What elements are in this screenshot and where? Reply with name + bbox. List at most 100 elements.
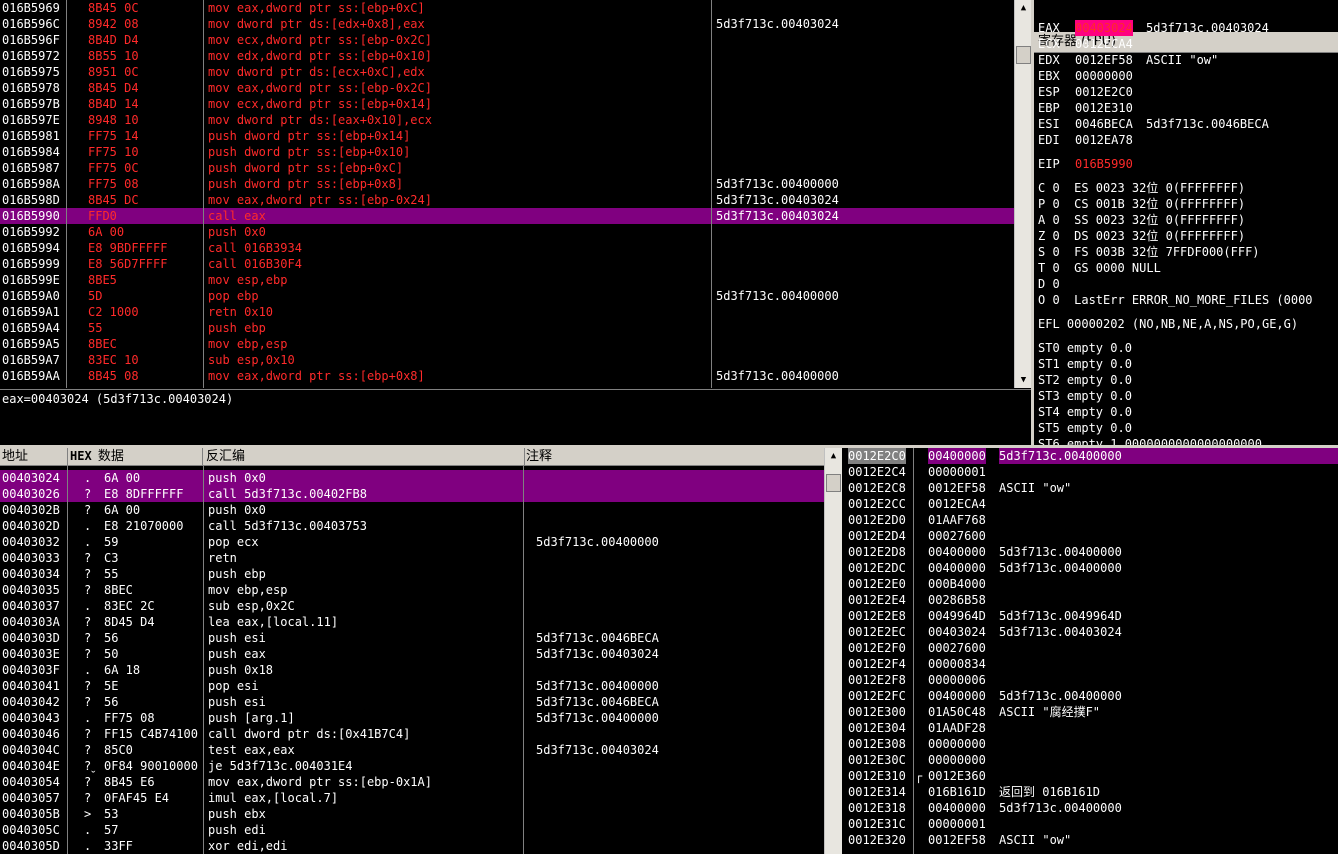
cpu-row[interactable]: 016B59A7 83EC 10 sub esp,0x10 [0, 352, 1014, 368]
stack-row[interactable]: 0012E2D8 00400000 5d3f713c.00400000 [843, 544, 1338, 560]
stack-row[interactable]: 0012E314 016B161D 返回到 016B161D [843, 784, 1338, 800]
scroll-up-arrow-icon[interactable]: ▲ [1015, 0, 1032, 16]
flag-row[interactable]: T 0 GS 0000 NULL [1038, 260, 1338, 276]
flag-row[interactable]: Z 0 DS 0023 32位 0(FFFFFFFF) [1038, 228, 1338, 244]
cpu-row[interactable]: 016B599E 8BE5 mov esp,ebp [0, 272, 1014, 288]
fpu-register[interactable]: ST4 empty 0.0 [1038, 404, 1338, 420]
dump-row[interactable]: 0040305D. 33FF xor edi,edi [0, 838, 824, 854]
fpu-register[interactable]: ST3 empty 0.0 [1038, 388, 1338, 404]
dump-row[interactable]: 0040304E ?ˬ 0F84 90010000 je 5d3f713c.00403… [0, 758, 824, 774]
dump-row[interactable]: 0040303E? 50 push eax 5d3f713c.00403024 [0, 646, 824, 662]
stack-row[interactable]: 0012E2FC 00400000 5d3f713c.00400000 [843, 688, 1338, 704]
stack-row[interactable]: 0012E2C0 00400000 5d3f713c.00400000 [843, 448, 1338, 464]
dump-row[interactable]: 00403035? 8BEC mov ebp,esp [0, 582, 824, 598]
scroll-down-arrow-icon[interactable]: ▼ [1015, 372, 1032, 388]
cpu-row[interactable]: 016B597E 8948 10 mov dword ptr ds:[eax+0x1… [0, 112, 1014, 128]
dump-scroll-thumb[interactable] [826, 474, 841, 492]
dump-row[interactable]: 0040305B >53 push ebx [0, 806, 824, 822]
dump-row[interactable]: 00403026? E8 8DFFFFFF call 5d3f713c.00402F… [0, 486, 824, 502]
stack-row[interactable]: 0012E2C4 00000001 [843, 464, 1338, 480]
stack-row[interactable]: 0012E308 00000000 [843, 736, 1338, 752]
cpu-row[interactable]: 016B5994 E8 9BDFFFFF call 016B3934 [0, 240, 1014, 256]
header-comment[interactable]: 注释 [524, 448, 824, 465]
register-eip[interactable]: EIP 016B5990 [1038, 156, 1133, 172]
register-efl[interactable]: EFL 00000202 (NO,NB,NE,A,NS,PO,GE,G) [1038, 316, 1298, 332]
dump-row[interactable]: 0040304C? 85C0 test eax,eax 5d3f713c.004030… [0, 742, 824, 758]
stack-row[interactable]: 0012E304 01AADF28 [843, 720, 1338, 736]
register-edi[interactable]: EDI 0012EA78 [1038, 132, 1338, 148]
stack-row[interactable]: 0012E320 0012EF58 ASCII "ow" [843, 832, 1338, 848]
stack-row[interactable]: 0012E2F8 00000006 [843, 672, 1338, 688]
cpu-row[interactable]: 016B5978 8B45 D4 mov eax,dword ptr ss:[ebp… [0, 80, 1014, 96]
flag-row[interactable]: S 0 FS 003B 32位 7FFDF000(FFF) [1038, 244, 1338, 260]
fpu-register[interactable]: ST5 empty 0.0 [1038, 420, 1338, 436]
flag-row[interactable]: C 0 ES 0023 32位 0(FFFFFFFF) [1038, 180, 1338, 196]
fpu-register[interactable]: ST0 empty 0.0 [1038, 340, 1338, 356]
register-ebx[interactable]: EBX 00000000 [1038, 68, 1338, 84]
stack-row[interactable]: 0012E2DC 00400000 5d3f713c.00400000 [843, 560, 1338, 576]
cpu-row[interactable]: 016B5990 FFD0 call eax 5d3f713c.00403024 [0, 208, 1014, 224]
flag-row[interactable]: A 0 SS 0023 32位 0(FFFFFFFF) [1038, 212, 1338, 228]
stack-row[interactable]: 0012E2EC 00403024 5d3f713c.00403024 [843, 624, 1338, 640]
dump-row[interactable]: 0040303A? 8D45 D4 lea eax,[local.11] [0, 614, 824, 630]
dump-row[interactable]: 00403034? 55 push ebp [0, 566, 824, 582]
stack-row[interactable]: 0012E2C8 0012EF58 ASCII "ow" [843, 480, 1338, 496]
cpu-row[interactable]: 016B5975 8951 0C mov dword ptr ds:[ecx+0xC… [0, 64, 1014, 80]
stack-row[interactable]: 0012E2D4 00027600 [843, 528, 1338, 544]
dump-row[interactable]: 00403057? 0FAF45 E4 imul eax,[local.7] [0, 790, 824, 806]
header-hex[interactable]: HEX 数据 [68, 448, 203, 465]
dump-row[interactable]: 00403043. FF75 08 push [arg.1] 5d3f713c.004… [0, 710, 824, 726]
stack-row[interactable]: 0012E310 0012E360 ┌ [843, 768, 1338, 784]
header-disasm[interactable]: 反汇编 [204, 448, 525, 465]
stack-row[interactable]: 0012E318 00400000 5d3f713c.00400000 [843, 800, 1338, 816]
cpu-row[interactable]: 016B5987 FF75 0C push dword ptr ss:[ebp+0x… [0, 160, 1014, 176]
cpu-row[interactable]: 016B5972 8B55 10 mov edx,dword ptr ss:[ebp… [0, 48, 1014, 64]
dump-row[interactable]: 0040302B? 6A 00 push 0x0 [0, 502, 824, 518]
cpu-row[interactable]: 016B596F 8B4D D4 mov ecx,dword ptr ss:[ebp… [0, 32, 1014, 48]
dump-pane[interactable]: 地址 HEX 数据 反汇编 注释 00403024. 6A 00 push 0x0 0… [0, 448, 824, 854]
register-edx[interactable]: EDX 0012EF58 ASCII "ow" [1038, 52, 1338, 68]
dump-row[interactable]: 00403054? 8B45 E6 mov eax,dword ptr ss:[eb… [0, 774, 824, 790]
register-esi[interactable]: ESI 0046BECA 5d3f713c.0046BECA [1038, 116, 1338, 132]
dump-row[interactable]: 00403041? 5E pop esi 5d3f713c.00400000 [0, 678, 824, 694]
register-ecx[interactable]: ECX 0012ECA4 [1038, 36, 1338, 52]
cpu-row[interactable]: 016B59A1 C2 1000 retn 0x10 [0, 304, 1014, 320]
stack-row[interactable]: 0012E2E8 0049964D 5d3f713c.0049964D [843, 608, 1338, 624]
cpu-row[interactable]: 016B59A4 55 push ebp [0, 320, 1014, 336]
stack-row[interactable]: 0012E300 01A50C48 ASCII "腐经撲F" [843, 704, 1338, 720]
register-esp[interactable]: ESP 0012E2C0 [1038, 84, 1338, 100]
register-eax[interactable]: EAX 00403024 5d3f713c.00403024 [1038, 20, 1338, 36]
dump-row[interactable]: 00403032. 59 pop ecx 5d3f713c.00400000 [0, 534, 824, 550]
dump-row[interactable]: 00403042? 56 push esi 5d3f713c.0046BECA [0, 694, 824, 710]
stack-row[interactable]: 0012E2E4 00286B58 [843, 592, 1338, 608]
flag-row[interactable]: O 0 LastErr ERROR_NO_MORE_FILES (0000 [1038, 292, 1338, 308]
cpu-row[interactable]: 016B5969 8B45 0C mov eax,dword ptr ss:[ebp… [0, 0, 1014, 16]
cpu-row[interactable]: 016B5984 FF75 10 push dword ptr ss:[ebp+0x… [0, 144, 1014, 160]
dump-row[interactable]: 0040302D. E8 21070000 call 5d3f713c.004037… [0, 518, 824, 534]
flag-row[interactable]: P 0 CS 001B 32位 0(FFFFFFFF) [1038, 196, 1338, 212]
dump-scrollbar[interactable]: ▲ [824, 448, 842, 854]
stack-row[interactable]: 0012E2D0 01AAF768 [843, 512, 1338, 528]
cpu-row[interactable]: 016B596C 8942 08 mov dword ptr ds:[edx+0x8… [0, 16, 1014, 32]
dump-row[interactable]: 00403024. 6A 00 push 0x0 [0, 470, 824, 486]
dump-row[interactable]: 00403037. 83EC 2C sub esp,0x2C [0, 598, 824, 614]
fpu-register[interactable]: ST1 empty 0.0 [1038, 356, 1338, 372]
stack-row[interactable]: 0012E2F0 00027600 [843, 640, 1338, 656]
cpu-disasm-pane[interactable]: 016B5969 8B45 0C mov eax,dword ptr ss:[ebp… [0, 0, 1014, 388]
cpu-scrollbar[interactable]: ▲ ▼ [1014, 0, 1032, 388]
fpu-register[interactable]: ST2 empty 0.0 [1038, 372, 1338, 388]
cpu-row[interactable]: 016B597B 8B4D 14 mov ecx,dword ptr ss:[ebp… [0, 96, 1014, 112]
stack-row[interactable]: 0012E2F4 00000834 [843, 656, 1338, 672]
header-address[interactable]: 地址 [0, 448, 68, 465]
registers-pane[interactable]: 寄存器 (FPU) EAX 00403024 5d3f713c.00403024 EC… [1034, 0, 1338, 447]
dump-row[interactable]: 00403033? C3 retn [0, 550, 824, 566]
stack-row[interactable]: 0012E2E0 000B4000 [843, 576, 1338, 592]
cpu-row[interactable]: 016B5981 FF75 14 push dword ptr ss:[ebp+0x… [0, 128, 1014, 144]
stack-row[interactable]: 0012E31C 00000001 [843, 816, 1338, 832]
stack-row[interactable]: 0012E2CC 0012ECA4 [843, 496, 1338, 512]
stack-row[interactable]: 0012E30C 00000000 [843, 752, 1338, 768]
cpu-row[interactable]: 016B598A FF75 08 push dword ptr ss:[ebp+0x… [0, 176, 1014, 192]
scroll-up-arrow-icon[interactable]: ▲ [825, 448, 842, 464]
cpu-row[interactable]: 016B598D 8B45 DC mov eax,dword ptr ss:[ebp… [0, 192, 1014, 208]
cpu-row[interactable]: 016B59AA 8B45 08 mov eax,dword ptr ss:[ebp… [0, 368, 1014, 384]
